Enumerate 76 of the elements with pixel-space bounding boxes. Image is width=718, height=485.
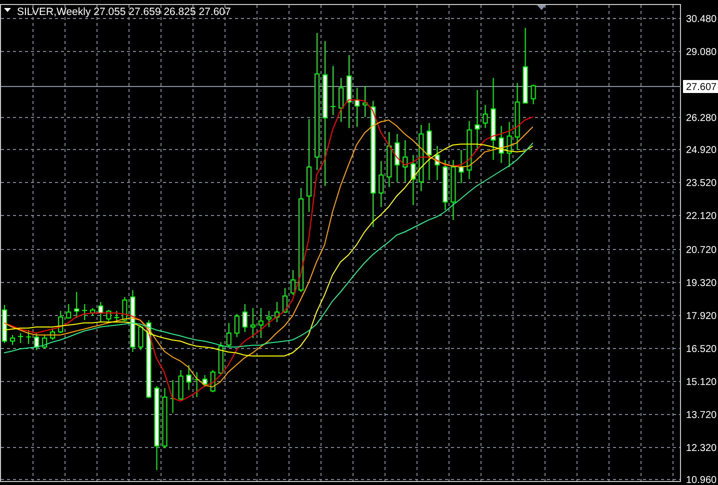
bullish-candle [330, 65, 336, 116]
bullish-candle [282, 287, 288, 314]
bearish-candle [186, 364, 192, 391]
price-axis-label: 23.520 [686, 178, 717, 189]
bearish-candle [354, 87, 360, 128]
bearish-candle [74, 292, 80, 318]
bullish-candle [18, 332, 24, 344]
price-axis-label: 15.120 [686, 377, 717, 388]
bullish-candle [42, 334, 48, 348]
bullish-candle [106, 309, 112, 322]
bullish-candle [386, 132, 392, 188]
bullish-candle [138, 326, 144, 351]
bullish-candle [258, 308, 264, 339]
bullish-candle [122, 296, 128, 322]
bearish-candle [474, 90, 480, 150]
bullish-candle [290, 270, 296, 296]
bullish-candle [418, 124, 424, 192]
bearish-candle [410, 154, 416, 206]
bearish-candle [98, 301, 104, 322]
price-axis-label: 10.960 [686, 475, 717, 485]
price-axis-label: 16.520 [686, 344, 717, 355]
bullish-candle [274, 301, 280, 322]
bullish-candle [210, 369, 216, 393]
bearish-candle [426, 122, 432, 180]
bearish-candle [202, 374, 208, 388]
bullish-candle [250, 308, 256, 339]
price-axis-label: 13.720 [686, 410, 717, 421]
bullish-candle [90, 308, 96, 317]
bearish-candle [458, 150, 464, 184]
bullish-candle [170, 380, 176, 414]
chart-info-text: SILVER,Weekly 27.055 27.659 26.825 27.607 [17, 6, 231, 18]
bullish-candle [226, 322, 232, 348]
bullish-candle [82, 304, 88, 321]
price-axis-label: 20.720 [686, 245, 717, 256]
bearish-candle [434, 146, 440, 180]
bullish-candle [362, 85, 368, 118]
bullish-candle [194, 372, 200, 398]
dropdown-triangle-icon[interactable] [4, 8, 11, 12]
current-price-label: 27.607 [683, 80, 718, 93]
price-axis-label: 22.120 [686, 211, 717, 222]
bearish-candle [130, 290, 136, 352]
bullish-candle [114, 310, 120, 322]
bullish-candle [338, 77, 344, 122]
bearish-candle [394, 133, 400, 182]
bullish-candle [378, 160, 384, 208]
ref-line-label: 27.607 [686, 82, 718, 93]
bullish-candle [482, 104, 488, 129]
bullish-candle [162, 388, 168, 449]
bearish-candle [242, 304, 248, 332]
price-axis-label: 26.280 [686, 113, 717, 124]
bullish-candle [178, 369, 184, 400]
price-axis-label: 12.320 [686, 443, 717, 454]
bullish-candle [506, 121, 512, 168]
price-axis-label: 24.920 [686, 145, 717, 156]
price-axis-label: 29.080 [686, 47, 717, 58]
bullish-candle [66, 304, 72, 318]
bullish-candle [50, 328, 56, 340]
bullish-candle [218, 342, 224, 376]
bullish-candle [514, 82, 520, 150]
bullish-candle [58, 310, 64, 334]
bullish-candle [466, 120, 472, 180]
bullish-candle [530, 84, 536, 105]
bullish-candle [234, 313, 240, 338]
price-axis-label: 30.480 [686, 14, 717, 25]
price-axis-label: 17.920 [686, 311, 717, 322]
bullish-candle [26, 330, 32, 344]
bearish-candle [34, 332, 40, 351]
bearish-candle [442, 159, 448, 211]
price-axis-label: 19.320 [686, 278, 717, 289]
bullish-candle [10, 334, 16, 346]
bearish-candle [498, 125, 504, 164]
bearish-candle [2, 304, 7, 344]
chart-shift-marker-icon[interactable] [537, 5, 546, 10]
bullish-candle [450, 159, 456, 220]
bullish-candle [402, 140, 408, 182]
bullish-candle [266, 310, 272, 328]
